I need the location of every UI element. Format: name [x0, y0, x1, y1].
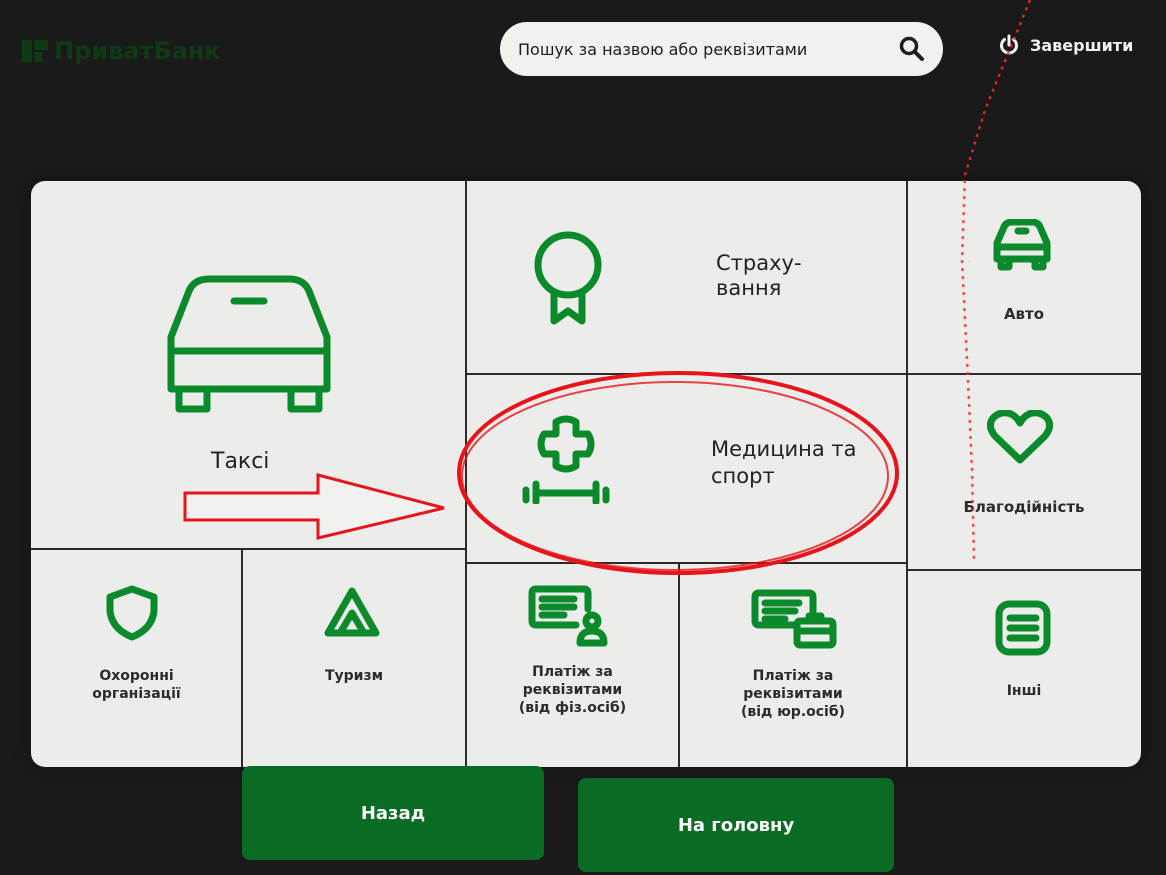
finish-label: Завершити [1030, 35, 1134, 55]
car-icon [993, 219, 1051, 271]
privatbank-logo: ПриватБанк [22, 36, 221, 66]
heart-icon [987, 410, 1053, 464]
tile-payment-individual[interactable]: Платіж за реквізитами (від фіз.осіб) [466, 563, 679, 767]
tile-medicine-sport-label-line1: Медицина та [711, 437, 857, 461]
tile-payment-company-line2: реквізитами [743, 686, 843, 702]
tile-taxi[interactable]: Таксі [31, 181, 466, 549]
back-button[interactable]: Назад [242, 766, 544, 860]
search-placeholder: Пошук за назвою або реквізитами [518, 39, 808, 59]
tile-medicine-sport[interactable]: Медицина та спорт [466, 374, 907, 563]
tile-security-label-line1: Охоронні [99, 668, 174, 684]
document-briefcase-icon [751, 589, 837, 649]
finish-button[interactable]: Завершити [998, 34, 1133, 56]
tile-insurance-label: Страху- вання [716, 251, 802, 301]
tile-charity-label: Благодійність [963, 498, 1085, 516]
tile-security[interactable]: Охоронні організації [31, 549, 242, 767]
tile-insurance[interactable]: Страху- вання [466, 181, 907, 374]
tent-icon [324, 587, 380, 637]
tile-medicine-sport-label: Медицина та спорт [711, 436, 857, 490]
tile-medicine-sport-label-line2: спорт [711, 464, 775, 488]
award-ribbon-icon [534, 231, 602, 325]
tile-tourism-label: Туризм [324, 668, 384, 684]
tile-tourism[interactable]: Туризм [242, 549, 466, 767]
tile-payment-company-label: Платіж за реквізитами (від юр.осіб) [679, 667, 907, 721]
power-icon [1000, 34, 1018, 55]
tile-other-label: Інші [1006, 683, 1042, 699]
car-icon [167, 275, 331, 413]
tile-payment-company[interactable]: Платіж за реквізитами (від юр.осіб) [679, 563, 907, 767]
tile-auto-label: Авто [1003, 305, 1045, 323]
category-panel: Таксі Страху- вання Авто Медицина та спо… [31, 181, 1141, 767]
tile-payment-individual-line1: Платіж за [532, 664, 613, 680]
tile-insurance-label-line1: Страху- [716, 251, 802, 275]
tile-payment-individual-label: Платіж за реквізитами (від фіз.осіб) [466, 663, 679, 717]
tile-security-label-line2: організації [92, 686, 181, 702]
tile-security-label: Охоронні організації [31, 667, 242, 703]
tile-other[interactable]: Інші [907, 570, 1141, 767]
tile-taxi-label: Таксі [211, 449, 270, 474]
tile-payment-individual-line3: (від фіз.осіб) [518, 700, 627, 716]
shield-icon [106, 585, 158, 641]
search-icon[interactable] [899, 36, 925, 62]
tile-payment-company-line1: Платіж за [752, 668, 834, 684]
tile-payment-company-line3: (від юр.осіб) [740, 704, 846, 720]
search-input[interactable]: Пошук за назвою або реквізитами [500, 22, 943, 76]
medical-cross-dumbbell-icon [522, 415, 610, 504]
list-icon [995, 600, 1051, 656]
tile-charity[interactable]: Благодійність [907, 374, 1141, 570]
tile-payment-individual-line2: реквізитами [522, 682, 623, 698]
tile-insurance-label-line2: вання [716, 276, 782, 300]
document-person-icon [528, 585, 608, 647]
privatbank-logo-icon [22, 36, 52, 66]
brand-name: ПриватБанк [54, 37, 221, 65]
home-button[interactable]: На головну [578, 778, 894, 872]
tile-auto[interactable]: Авто [907, 181, 1141, 374]
